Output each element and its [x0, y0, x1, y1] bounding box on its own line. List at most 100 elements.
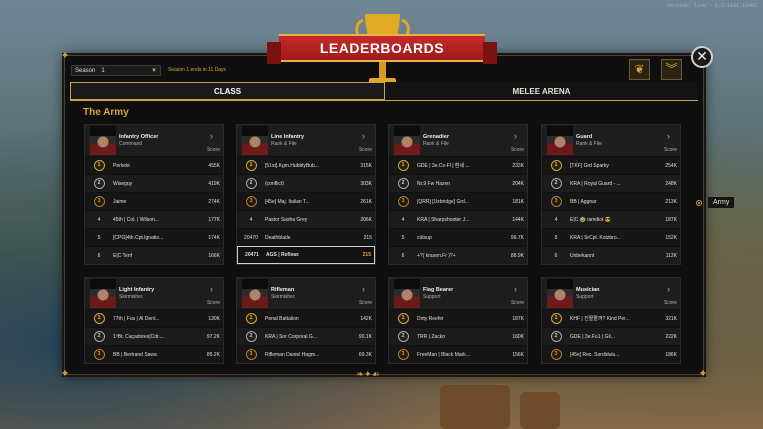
- chevron-right-icon[interactable]: ›: [362, 284, 365, 294]
- leaderboard-row[interactable]: 6 E|C Tenf 166K: [85, 246, 223, 264]
- player-score: 181K: [512, 198, 524, 205]
- chevron-right-icon[interactable]: ›: [210, 284, 213, 294]
- soldier-portrait: [547, 279, 573, 308]
- player-name: Pastor Sasha Grey: [265, 216, 308, 223]
- rank-cell: 5: [85, 235, 113, 241]
- leaderboard-row[interactable]: 2 Nr.9 Fw Hazen 204K: [389, 174, 527, 192]
- medal-icon: 3: [397, 196, 409, 207]
- leaderboard-row[interactable]: 3 [45e] Maj. Italian T... 261K: [237, 192, 375, 210]
- leaderboard-row[interactable]: 3 Rifleman Daniel Hagm... 69.3K: [237, 345, 375, 363]
- rank-chevron-button[interactable]: ︾: [661, 59, 682, 80]
- corner-ornament: ✦: [698, 368, 708, 380]
- rank-cell: 1: [542, 160, 570, 171]
- player-score: 321K: [665, 315, 677, 322]
- chevron-right-icon[interactable]: ›: [514, 284, 517, 294]
- class-card-header[interactable]: Infantry Officer Command › Score: [85, 125, 223, 156]
- medal-icon: 1: [93, 313, 105, 324]
- chevron-right-icon[interactable]: ›: [667, 131, 670, 141]
- class-rank: Skirmisher: [271, 294, 295, 300]
- leaderboard-row[interactable]: 1 GDE | 3e.Cs-Fl | 환세 ... 233K: [389, 156, 527, 174]
- player-name: Wiseguy: [113, 180, 133, 187]
- player-score: 186K: [665, 351, 677, 358]
- leaderboard-row[interactable]: 3 BB | Bertrand Sawa 85.2K: [85, 345, 223, 363]
- class-card-header[interactable]: Line Infantry Rank & File › Score: [237, 125, 375, 156]
- rank-insignia-button[interactable]: ❦: [629, 59, 650, 80]
- leaderboard-row[interactable]: 6 Unbekannt 112K: [542, 246, 680, 264]
- medal-icon: 1: [245, 313, 257, 324]
- leaderboard-row[interactable]: 1 Dirty Reefer 187K: [389, 309, 527, 327]
- score-header: Score: [663, 300, 677, 306]
- soldier-portrait: [242, 279, 268, 308]
- leaderboard-row[interactable]: 2 GDE | 3e.Fu1 | Gil... 222K: [542, 327, 680, 345]
- leaderboard-row[interactable]: 6 +?( kraxen.Fr )?+ 88.9K: [389, 246, 527, 264]
- leaderboard-row[interactable]: 2 Wiseguy 419K: [85, 174, 223, 192]
- player-name: KRA | Snr Corporal G...: [265, 333, 317, 340]
- leaderboard-row[interactable]: 3 FreeMan | Black Mark... 156K: [389, 345, 527, 363]
- leaderboard-row[interactable]: 2 TRR | Zacko 160K: [389, 327, 527, 345]
- leaderboard-row[interactable]: 1 Penal Battalion 142K: [237, 309, 375, 327]
- class-card-header[interactable]: Light Infantry Skirmisher › Score: [85, 278, 223, 309]
- leaderboard-row[interactable]: 2 1ºBt. Caçadores|Cdr.... 97.2K: [85, 327, 223, 345]
- leaderboard-row[interactable]: 3 [QRR] [Uxbridge] Grd... 181K: [389, 192, 527, 210]
- chevron-right-icon[interactable]: ›: [362, 131, 365, 141]
- player-score: 455K: [208, 162, 220, 169]
- leaderboard-row[interactable]: 3 BB | Aggnar 213K: [542, 192, 680, 210]
- row-rank: 6: [401, 252, 405, 259]
- chevron-right-icon[interactable]: ›: [210, 131, 213, 141]
- player-name: AGS | Refleax: [266, 252, 299, 258]
- class-rank: Rank & File: [576, 141, 602, 147]
- class-card-header[interactable]: Guard Rank & File › Score: [542, 125, 680, 156]
- player-score: 315K: [360, 162, 372, 169]
- season-select[interactable]: Season 1 ▼: [71, 65, 161, 76]
- player-row-self[interactable]: 20471 AGS | Refleax 215: [237, 246, 375, 264]
- rank-cell: 1: [237, 160, 265, 171]
- leaderboard-row[interactable]: 5 cútsup 96.7K: [389, 228, 527, 246]
- player-score: 213K: [665, 198, 677, 205]
- leaderboard-row[interactable]: 5 [CPG]4th.Cpt.Ignatio... 174K: [85, 228, 223, 246]
- chevron-right-icon[interactable]: ›: [667, 284, 670, 294]
- leaderboard-row[interactable]: 4 KRA | Sharpshooter J... 144K: [389, 210, 527, 228]
- leaderboard-row[interactable]: 4 45th | Col. | Wilson... 177K: [85, 210, 223, 228]
- leaderboard-row[interactable]: 4 Pastor Sasha Grey 206K: [237, 210, 375, 228]
- medal-icon: 2: [245, 331, 257, 342]
- leaderboard-row[interactable]: 3 Jaime 274K: [85, 192, 223, 210]
- class-card-header[interactable]: Musician Support › Score: [542, 278, 680, 309]
- corner-ornament: ✦: [60, 50, 70, 62]
- tab-melee-arena[interactable]: MELEE ARENA: [385, 82, 698, 100]
- leaderboard-row[interactable]: 1 77th | Fus | Al Dent... 130K: [85, 309, 223, 327]
- leaderboard-row[interactable]: 1 [TKF] Grd Sparky 254K: [542, 156, 680, 174]
- rank-cell: 6: [389, 253, 417, 259]
- leaderboard-row[interactable]: 2 KRA | Royal Guard - ... 248K: [542, 174, 680, 192]
- player-score: 187K: [512, 315, 524, 322]
- leaderboard-row[interactable]: 3 [45e] Rec. Sordidulu... 186K: [542, 345, 680, 363]
- tab-class[interactable]: CLASS: [70, 82, 385, 100]
- leaderboard-row[interactable]: 4 E|C 🥸 iamdiot 😎 187K: [542, 210, 680, 228]
- chevron-right-icon[interactable]: ›: [514, 131, 517, 141]
- player-score: 97.2K: [206, 333, 220, 340]
- class-card-header[interactable]: Flag Bearer Support › Score: [389, 278, 527, 309]
- rank-cell: 3: [389, 349, 417, 360]
- leaderboard-row[interactable]: 2 KRA | Snr Corporal G... 90.1K: [237, 327, 375, 345]
- class-card-header[interactable]: Rifleman Skirmisher › Score: [237, 278, 375, 309]
- leaderboard-row[interactable]: 20470 Deathblade 215: [237, 228, 375, 246]
- rank-cell: 4: [237, 217, 265, 223]
- player-name: E|C 🥸 iamdiot 😎: [570, 216, 611, 223]
- score-header: Score: [510, 300, 524, 306]
- side-filter[interactable]: Army: [696, 197, 735, 208]
- class-name: Musician: [576, 287, 600, 293]
- player-name: BB | Bertrand Sawa: [113, 351, 157, 358]
- player-name: 45th | Col. | Wilson...: [113, 216, 159, 223]
- class-card: Flag Bearer Support › Score 1 Dirty Reefer 187…: [388, 277, 528, 364]
- leaderboard-row[interactable]: 2 (conflict) 303K: [237, 174, 375, 192]
- leaderboard-row[interactable]: 5 KRA | SrCpl. Kotzbro... 152K: [542, 228, 680, 246]
- player-score: 96.7K: [510, 234, 524, 241]
- close-button[interactable]: ✕: [691, 46, 713, 68]
- player-name: Unbekannt: [570, 252, 595, 259]
- player-name: [QRR] [Uxbridge] Grd...: [417, 198, 469, 205]
- leaderboard-row[interactable]: 1 KHF | 진짤짤까? Kind Per... 321K: [542, 309, 680, 327]
- class-card-header[interactable]: Grenadier Rank & File › Score: [389, 125, 527, 156]
- leaderboard-row[interactable]: 1 Perkele 455K: [85, 156, 223, 174]
- player-name: KRA | SrCpl. Kotzbro...: [570, 234, 621, 241]
- row-rank: 20471: [245, 252, 259, 258]
- leaderboard-row[interactable]: 1 [51st].Kgm.HubblyBub... 315K: [237, 156, 375, 174]
